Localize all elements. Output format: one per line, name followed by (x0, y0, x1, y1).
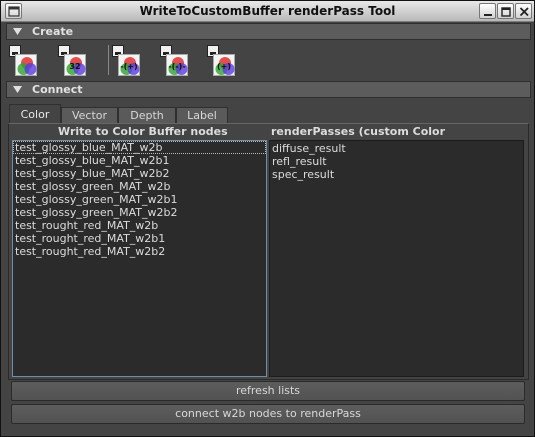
connect-section-label: Connect (32, 83, 83, 96)
list-item[interactable]: test_rought_red_MAT_w2b1 (13, 232, 266, 245)
list-item[interactable]: test_glossy_green_MAT_w2b (13, 180, 266, 193)
list-item[interactable]: test_rought_red_MAT_w2b (13, 219, 266, 232)
tool-glyph: -(+) (120, 62, 138, 71)
create-color32-buffer-button[interactable]: 32 (58, 45, 88, 77)
collapse-arrow-icon (13, 86, 22, 93)
create-color-buffer-button[interactable] (9, 45, 39, 77)
list-item[interactable]: test_glossy_blue_MAT_w2b (13, 141, 266, 154)
list-item[interactable]: refl_result (270, 155, 523, 168)
create-section-header[interactable]: Create (6, 23, 531, 40)
tab-label[interactable]: Label (176, 107, 228, 124)
add-buffer-button[interactable]: -(+) (112, 45, 142, 77)
minimize-icon[interactable] (479, 3, 496, 19)
toolbar-separator (108, 45, 109, 75)
tab-vector[interactable]: Vector (61, 107, 118, 124)
tool-window: WriteToCustomBuffer renderPass Tool Crea… (0, 0, 535, 437)
color-nodes-header: Write to Color Buffer nodes (58, 125, 228, 138)
refresh-lists-button[interactable]: refresh lists (11, 381, 525, 401)
connect-section-header[interactable]: Connect (6, 81, 531, 98)
list-item[interactable]: spec_result (270, 168, 523, 181)
tab-depth[interactable]: Depth (118, 107, 176, 124)
list-item[interactable]: diffuse_result (270, 142, 523, 155)
list-item[interactable]: test_rought_red_MAT_w2b2 (13, 245, 266, 258)
collapse-arrow-icon (13, 28, 22, 35)
tab-color[interactable]: Color (9, 104, 61, 124)
list-item[interactable]: test_glossy_green_MAT_w2b1 (13, 193, 266, 206)
remove-buffer-button[interactable]: -(-)- (160, 45, 190, 77)
list-item[interactable]: test_glossy_blue_MAT_w2b2 (13, 167, 266, 180)
color-buffer-nodes-list[interactable]: test_glossy_blue_MAT_w2b test_glossy_blu… (12, 140, 267, 377)
color-buffer-icon (15, 54, 37, 76)
list-item[interactable]: test_glossy_blue_MAT_w2b1 (13, 154, 266, 167)
window-title: WriteToCustomBuffer renderPass Tool (139, 4, 396, 18)
tool-glyph: (+) (216, 62, 231, 71)
create-section-label: Create (32, 25, 74, 38)
tool-glyph: 32 (69, 62, 81, 71)
maximize-icon[interactable] (497, 3, 514, 19)
list-item[interactable]: test_glossy_green_MAT_w2b2 (13, 206, 266, 219)
title-bar: WriteToCustomBuffer renderPass Tool (1, 1, 534, 22)
add-buffer-alt-button[interactable]: (+) (207, 45, 237, 77)
connect-nodes-button[interactable]: connect w2b nodes to renderPass (11, 404, 525, 424)
close-icon[interactable] (515, 3, 532, 19)
tool-glyph: -(-)- (168, 62, 186, 71)
render-passes-list[interactable]: diffuse_result refl_result spec_result (269, 140, 524, 377)
